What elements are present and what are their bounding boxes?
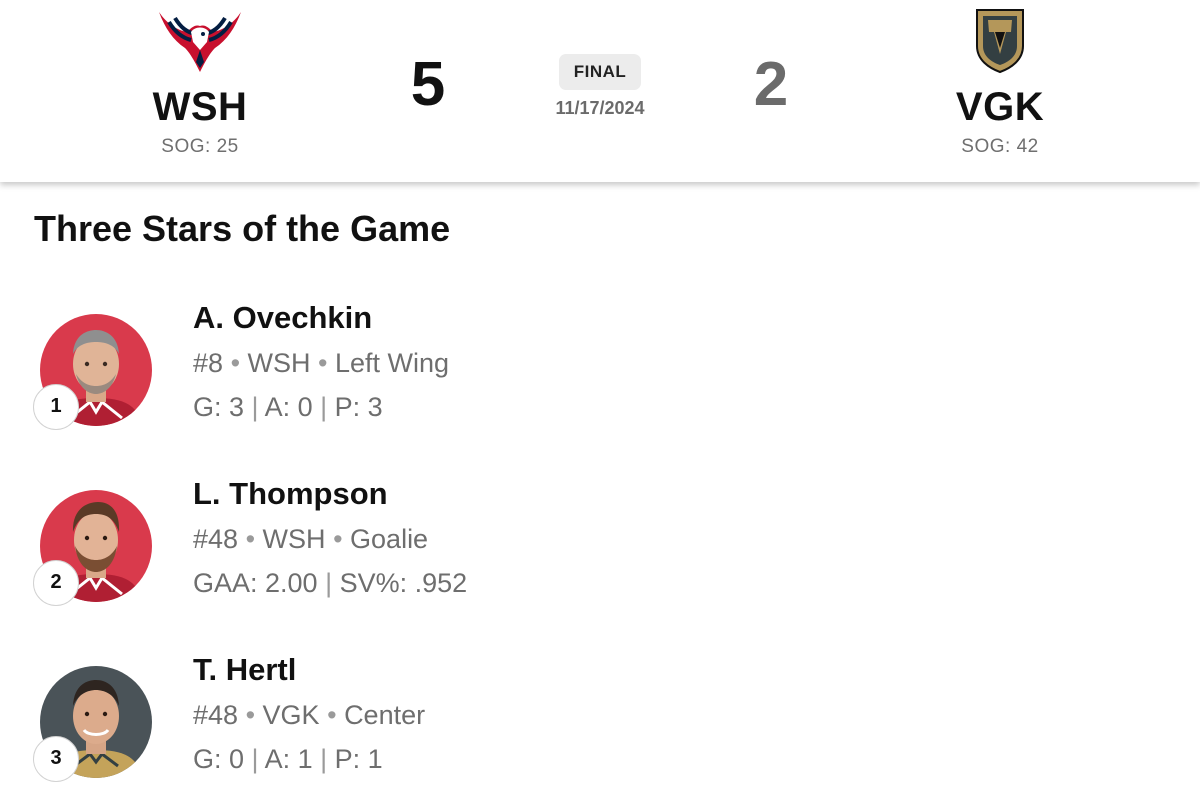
stat-divider: | [251, 744, 265, 774]
home-team-sog: SOG: 25 [161, 136, 239, 157]
home-score: 5 [410, 50, 446, 119]
bullet-separator: • [245, 700, 263, 730]
away-team[interactable]: VGK SOG: 42 [900, 6, 1100, 158]
stat-divider: | [325, 568, 340, 598]
bullet-separator: • [230, 348, 248, 378]
player-stats: GAA: 2.00 | SV%: .952 [193, 568, 467, 599]
player-number: #48 [193, 700, 239, 730]
player-meta: #48 • WSH • Goalie [193, 524, 428, 555]
stat-points: P: 1 [334, 744, 383, 774]
player-team: VGK [262, 700, 320, 730]
stat-goals: G: 0 [193, 744, 245, 774]
stat-divider: | [251, 392, 265, 422]
stat-gaa: GAA: 2.00 [193, 568, 318, 598]
rank-badge: 3 [33, 736, 79, 782]
star-player-row[interactable]: 3 T. Hertl #48 • VGK • Center G: 0 | A: … [0, 652, 1200, 802]
star-player-row[interactable]: 1 A. Ovechkin #8 • WSH • Left Wing G: 3 … [0, 300, 1200, 450]
game-date: 11/17/2024 [555, 98, 645, 118]
player-name[interactable]: A. Ovechkin [193, 300, 372, 336]
golden-knights-helmet-logo-icon [976, 9, 1024, 74]
rank-badge: 2 [33, 560, 79, 606]
stat-divider: | [320, 744, 335, 774]
stat-assists: A: 1 [264, 744, 313, 774]
stat-assists: A: 0 [264, 392, 313, 422]
bullet-separator: • [327, 700, 345, 730]
player-position: Center [344, 700, 426, 730]
rank-badge: 1 [33, 384, 79, 430]
stat-goals: G: 3 [193, 392, 245, 422]
player-position: Left Wing [335, 348, 450, 378]
away-team-abbr: VGK [955, 85, 1045, 129]
player-number: #48 [193, 524, 239, 554]
player-name[interactable]: L. Thompson [193, 476, 388, 512]
stat-divider: | [320, 392, 335, 422]
player-stats: G: 0 | A: 1 | P: 1 [193, 744, 383, 775]
scoreboard-header: WSH SOG: 25 5 FINAL 11/17/2024 2 VGK SOG… [0, 0, 1200, 182]
game-status: FINAL 11/17/2024 [530, 54, 670, 119]
stat-save-pct: SV%: .952 [339, 568, 468, 598]
away-team-sog: SOG: 42 [961, 136, 1039, 157]
bullet-separator: • [245, 524, 263, 554]
status-badge: FINAL [558, 54, 642, 90]
bullet-separator: • [318, 348, 336, 378]
player-meta: #48 • VGK • Center [193, 700, 425, 731]
player-number: #8 [193, 348, 224, 378]
player-position: Goalie [350, 524, 429, 554]
bullet-separator: • [333, 524, 351, 554]
away-score: 2 [753, 50, 789, 119]
player-team: WSH [262, 524, 326, 554]
player-name[interactable]: T. Hertl [193, 652, 296, 688]
section-title: Three Stars of the Game [34, 208, 451, 249]
player-team: WSH [247, 348, 311, 378]
home-team[interactable]: WSH SOG: 25 [100, 6, 300, 158]
star-player-row[interactable]: 2 L. Thompson #48 • WSH • Goalie GAA: 2.… [0, 476, 1200, 626]
player-stats: G: 3 | A: 0 | P: 3 [193, 392, 383, 423]
player-meta: #8 • WSH • Left Wing [193, 348, 449, 379]
stat-points: P: 3 [334, 392, 383, 422]
capitals-eagle-logo-icon [159, 12, 241, 72]
home-team-abbr: WSH [152, 85, 248, 129]
